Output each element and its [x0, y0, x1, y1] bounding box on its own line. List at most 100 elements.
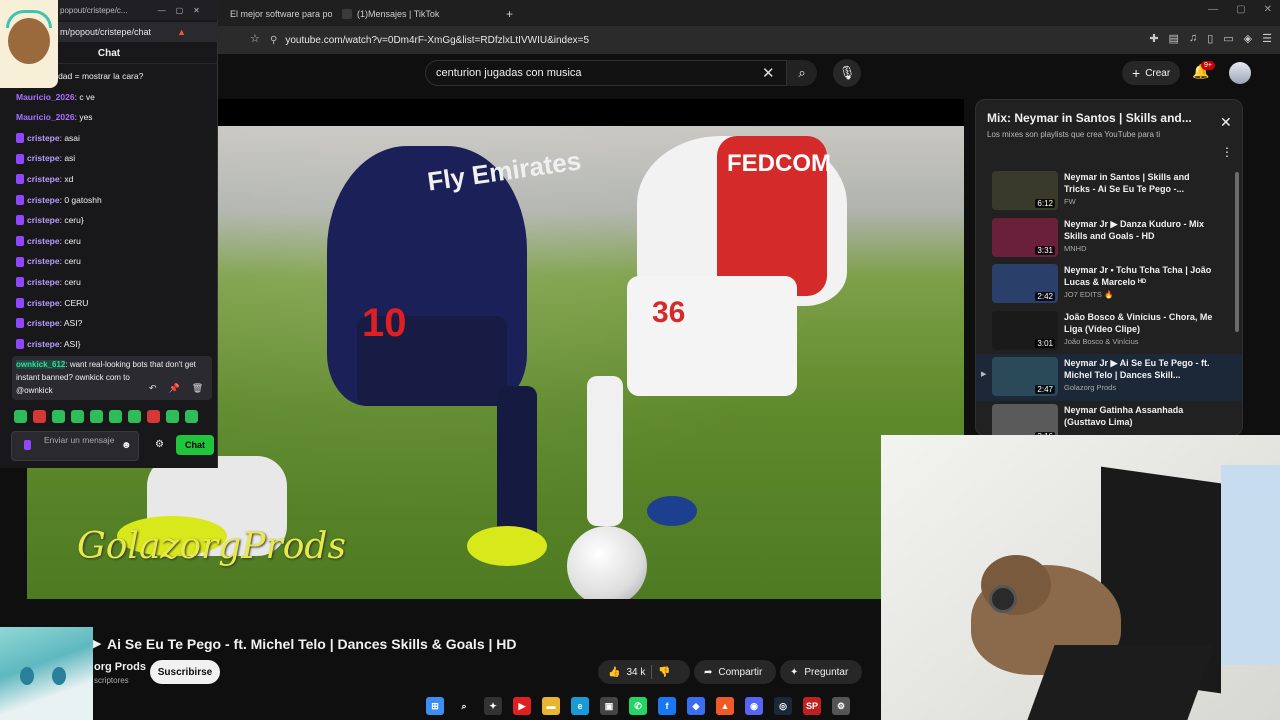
message-username[interactable]: cristepe [27, 169, 60, 190]
message-username[interactable]: Mauricio_2026 [16, 107, 75, 128]
minimize-icon[interactable]: — [1208, 4, 1218, 15]
share-button[interactable]: ➦ Compartir [694, 660, 776, 684]
message-username[interactable]: cristepe [27, 251, 60, 272]
file-explorer-icon[interactable]: ▬ [542, 697, 560, 715]
emote-icon[interactable] [33, 410, 46, 423]
windows-start-icon[interactable]: ⊞ [426, 697, 444, 715]
message-username[interactable]: cristepe [27, 231, 60, 252]
emote-icon[interactable] [166, 410, 179, 423]
playlist-item-title[interactable]: João Bosco & Vinícius - Chora, Me Liga (… [1064, 311, 1214, 335]
ninja-app-icon[interactable]: ✦ [484, 697, 502, 715]
facebook-icon[interactable]: f [658, 697, 676, 715]
new-tab-button[interactable]: + [498, 4, 518, 24]
gear-icon[interactable]: ⚙ [155, 439, 164, 450]
emote-icon[interactable] [185, 410, 198, 423]
message-username[interactable]: ownkick_612 [16, 360, 66, 369]
playlist-title[interactable]: Mix: Neymar in Santos | Skills and... [987, 111, 1212, 125]
store-icon[interactable]: ▣ [600, 697, 618, 715]
reply-icon[interactable]: ↶ [149, 383, 157, 394]
playlist-item-title[interactable]: Neymar Jr • Tchu Tcha Tcha | João Lucas … [1064, 264, 1214, 288]
message-username[interactable]: cristepe [27, 272, 60, 293]
edge-icon[interactable]: e [571, 697, 589, 715]
video-thumbnail[interactable]: 2:42 [992, 264, 1058, 303]
reader-icon[interactable]: ▤ [1169, 32, 1179, 45]
maximize-icon[interactable]: ▢ [1236, 4, 1245, 15]
playlist-item[interactable]: 3:01 João Bosco & Vinícius - Chora, Me Li… [976, 308, 1242, 355]
discord-icon[interactable]: ◉ [745, 697, 763, 715]
video-thumbnail[interactable]: 6:12 [992, 171, 1058, 210]
emoji-picker-icon[interactable]: ☻ [121, 440, 132, 451]
playlist-item-title[interactable]: Neymar Gatinha Assanhada (Gusttavo Lima) [1064, 404, 1214, 428]
music-icon[interactable]: ♫ [1189, 32, 1197, 45]
playlist-item[interactable]: 2:42 Neymar Jr • Tchu Tcha Tcha | João Lu… [976, 261, 1242, 308]
menu-icon[interactable]: ☰ [1262, 32, 1272, 45]
browser-tab-software[interactable]: El mejor software para po [222, 4, 332, 24]
message-username[interactable]: cristepe [27, 190, 60, 211]
like-count[interactable]: 34 k [626, 667, 645, 678]
emote-icon[interactable] [128, 410, 141, 423]
video-thumbnail[interactable]: 2:47 [992, 357, 1058, 396]
clear-search-icon[interactable]: ✕ [762, 64, 775, 82]
close-icon[interactable]: ✕ [1220, 114, 1232, 131]
window-controls[interactable]: —▢✕ [158, 6, 210, 15]
steam-icon[interactable]: ◎ [774, 697, 792, 715]
search-input[interactable]: centurion jugadas con musica [425, 60, 787, 86]
thumbs-down-icon[interactable]: 👎 [658, 667, 670, 678]
url-field[interactable]: ⚲ youtube.com/watch?v=0Dm4rF-XmGg&list=R… [270, 31, 910, 49]
more-options-icon[interactable]: ⋮ [1221, 145, 1233, 159]
brave-icon[interactable]: ▲ [716, 697, 734, 715]
sidebar-icon[interactable]: ▯ [1207, 32, 1213, 45]
message-username[interactable]: cristepe [27, 293, 60, 314]
message-username[interactable]: cristepe [27, 334, 60, 355]
emote-icon[interactable] [109, 410, 122, 423]
chat-url-text[interactable]: m/popout/cristepe/chat [60, 27, 151, 37]
brave-icon[interactable]: ▲ [177, 27, 186, 37]
site-info-icon[interactable]: ⚲ [270, 35, 277, 46]
emote-icon[interactable] [14, 410, 27, 423]
bookmark-icon[interactable]: ☆ [250, 32, 260, 45]
close-icon[interactable]: ✕ [1264, 4, 1272, 15]
settings-icon[interactable]: ⚙ [832, 697, 850, 715]
browser-tab-tiktok[interactable]: (1)Mensajes | TikTok [334, 4, 494, 24]
emote-icon[interactable] [147, 410, 160, 423]
subscribe-button[interactable]: Suscribirse [150, 660, 220, 684]
pin-icon[interactable]: 📌 [169, 383, 180, 394]
youtube-icon[interactable]: ▶ [513, 697, 531, 715]
whatsapp-icon[interactable]: ✆ [629, 697, 647, 715]
playlist-item[interactable]: ▶ 2:47 Neymar Jr ▶ Ai Se Eu Te Pego - ft. … [976, 354, 1242, 401]
wallet-icon[interactable]: ▭ [1223, 32, 1233, 45]
delete-icon[interactable]: 🗑 [192, 383, 203, 394]
channel-name[interactable]: org Prods [94, 661, 146, 673]
emote-icon[interactable] [52, 410, 65, 423]
playlist-item[interactable]: 6:12 Neymar in Santos | Skills and Tricks… [976, 168, 1242, 215]
playlist-item-title[interactable]: Neymar Jr ▶ Danza Kuduro - Mix Skills an… [1064, 218, 1214, 242]
chat-tab-label[interactable]: popout/cristepe/c... [60, 6, 128, 15]
emote-icon[interactable] [90, 410, 103, 423]
playlist-scrollbar[interactable] [1235, 172, 1239, 332]
thumbs-up-icon[interactable]: 👍 [608, 667, 620, 678]
puzzle-icon[interactable]: ✚ [1149, 32, 1158, 45]
search-button[interactable]: ⌕ [787, 60, 817, 86]
voice-search-button[interactable]: 🎙 [833, 59, 861, 87]
ask-button[interactable]: ✦ Preguntar [780, 660, 862, 684]
message-username[interactable]: cristepe [27, 128, 60, 149]
avatar[interactable] [1229, 62, 1251, 84]
playlist-item-title[interactable]: Neymar in Santos | Skills and Tricks - A… [1064, 171, 1214, 195]
vpn-icon[interactable]: ◈ [1244, 32, 1252, 45]
app-blue-icon[interactable]: ◆ [687, 697, 705, 715]
message-username[interactable]: cristepe [27, 313, 60, 334]
playlist-item[interactable]: 3:31 Neymar Jr ▶ Danza Kuduro - Mix Skill… [976, 215, 1242, 262]
emote-icon[interactable] [71, 410, 84, 423]
video-thumbnail[interactable]: 3:01 [992, 310, 1058, 350]
sp-app-icon[interactable]: SP [803, 697, 821, 715]
create-button[interactable]: + Crear [1122, 61, 1181, 85]
message-username[interactable]: cristepe [27, 210, 60, 231]
message-username[interactable]: cristepe [27, 148, 60, 169]
video-thumbnail[interactable]: 3:31 [992, 217, 1058, 257]
message-username[interactable]: Mauricio_2026 [16, 87, 75, 108]
playlist-item[interactable]: 3:16 Neymar Gatinha Assanhada (Gusttavo L… [976, 401, 1242, 435]
search-icon[interactable]: ⌕ [455, 697, 473, 715]
chat-send-button[interactable]: Chat [176, 435, 214, 455]
video-thumbnail[interactable]: 3:16 [992, 403, 1058, 435]
playlist-item-title[interactable]: Neymar Jr ▶ Ai Se Eu Te Pego - ft. Miche… [1064, 357, 1214, 381]
